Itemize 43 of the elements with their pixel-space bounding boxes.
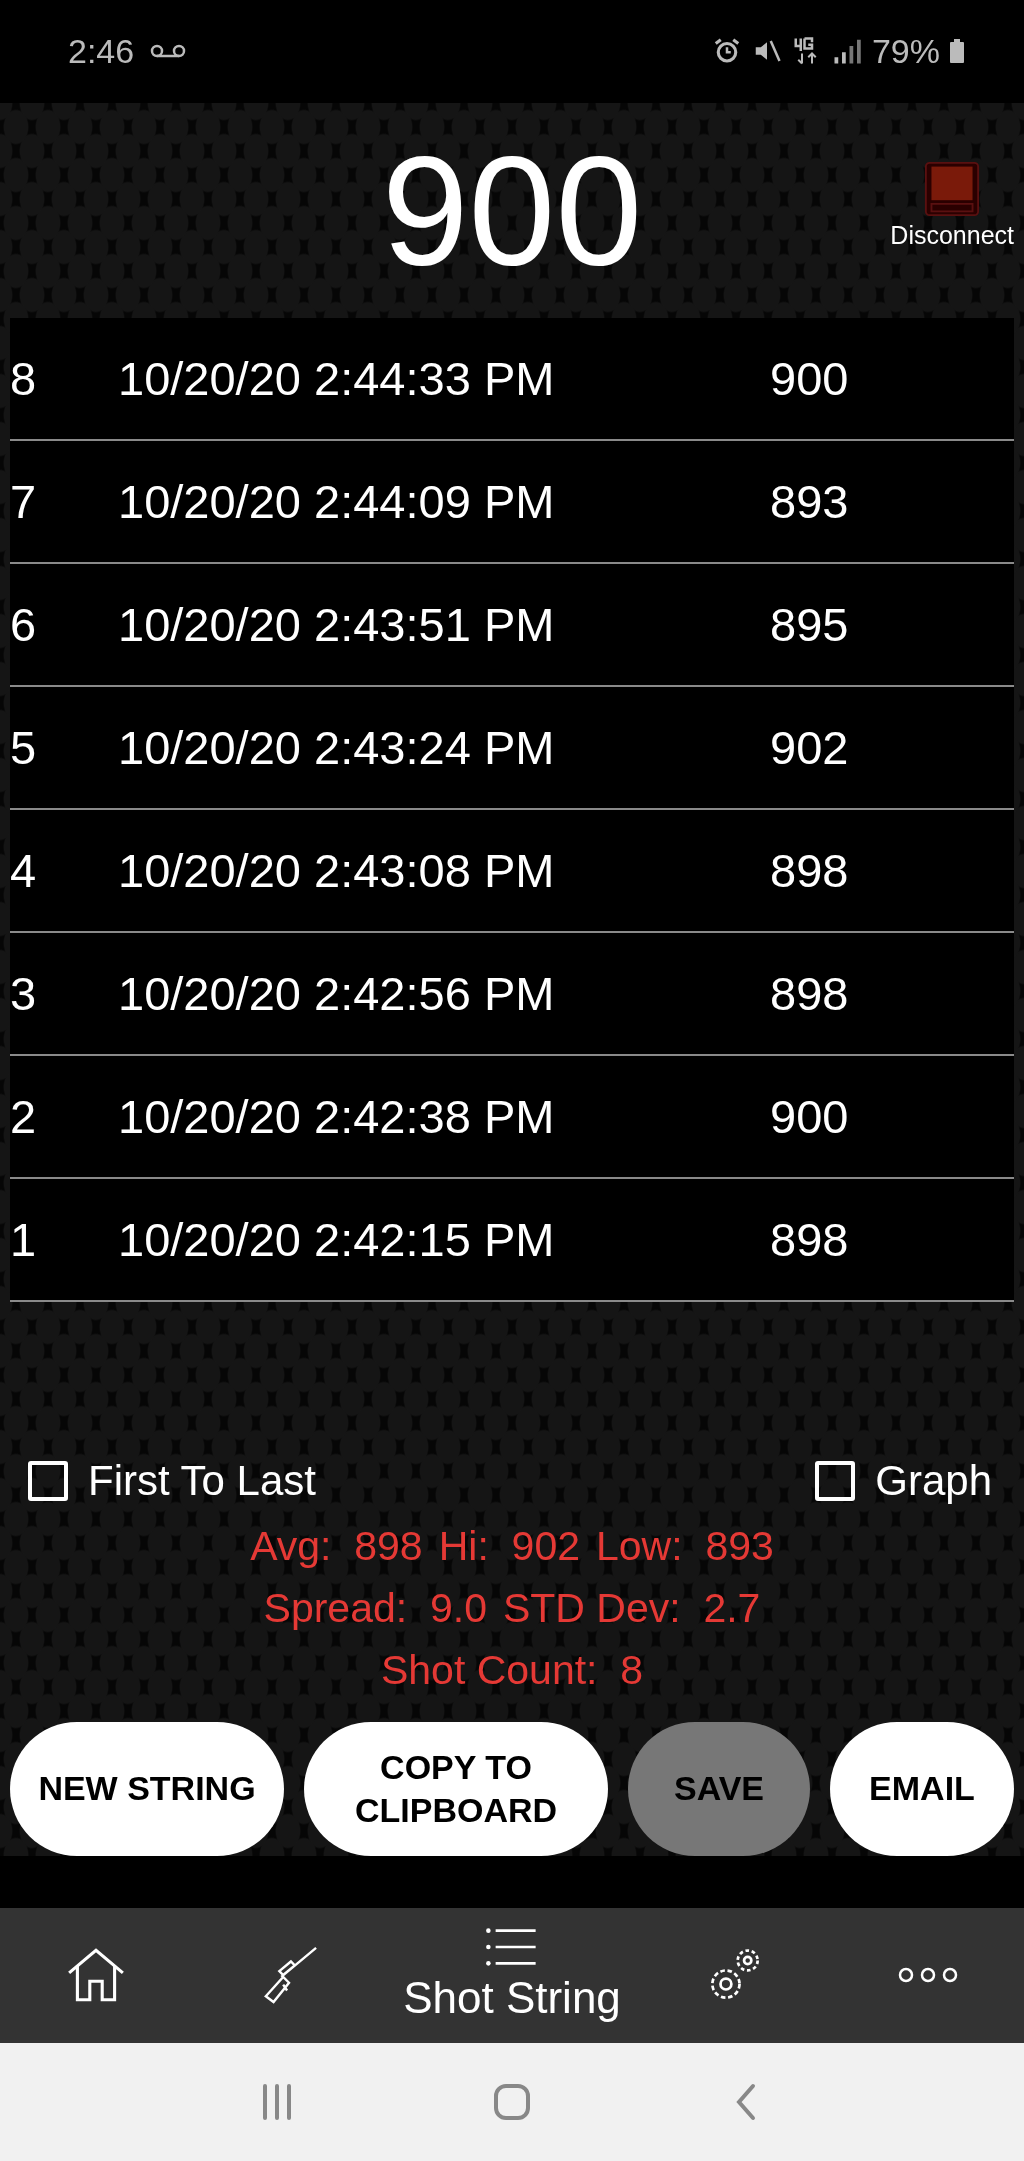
action-button[interactable]: COPY TO CLIPBOARD <box>304 1721 608 1856</box>
status-time: 2:46 <box>68 31 135 71</box>
shot-number: 3 <box>10 965 38 1021</box>
shot-velocity: 902 <box>770 719 849 775</box>
shot-velocity: 893 <box>770 473 849 529</box>
battery-icon <box>950 39 964 64</box>
shot-time: 10/20/20 2:43:24 PM <box>118 719 556 775</box>
nav-tab[interactable]: Shot String <box>392 1927 632 2024</box>
shot-time: 10/20/20 2:42:15 PM <box>118 1211 556 1267</box>
stat-text: Avg: 898 <box>250 1523 423 1571</box>
battery-percent: 79% <box>871 31 940 71</box>
shot-number: 2 <box>10 1088 38 1144</box>
stat-text: STD Dev: 2.7 <box>502 1585 761 1633</box>
shot-velocity: 900 <box>770 350 849 406</box>
shot-number: 8 <box>10 350 38 406</box>
shot-time: 10/20/20 2:43:51 PM <box>118 596 556 652</box>
stat-text: Spread: 9.0 <box>263 1585 487 1633</box>
shot-time: 10/20/20 2:42:56 PM <box>118 965 556 1021</box>
stat-text: Low: 893 <box>596 1523 774 1571</box>
shot-number: 1 <box>10 1211 38 1267</box>
shot-time: 10/20/20 2:42:38 PM <box>118 1088 556 1144</box>
shot-velocity: 895 <box>770 596 849 652</box>
shot-time: 10/20/20 2:44:09 PM <box>118 473 556 529</box>
shot-number: 4 <box>10 842 38 898</box>
shot-velocity: 900 <box>770 1088 849 1144</box>
option-checkbox[interactable]: Graph <box>815 1456 992 1505</box>
shot-number: 6 <box>10 596 38 652</box>
shot-time: 10/20/20 2:44:33 PM <box>118 350 556 406</box>
option-checkbox[interactable]: First To Last <box>28 1456 316 1505</box>
action-button[interactable]: NEW STRING <box>10 1721 284 1856</box>
stat-text: Hi: 902 <box>438 1523 580 1571</box>
stat-text: Shot Count: 8 <box>380 1647 644 1695</box>
current-velocity: 900 <box>381 132 643 289</box>
shot-velocity: 898 <box>770 1211 849 1267</box>
home-button-icon[interactable] <box>492 2081 532 2122</box>
shot-number: 7 <box>10 473 38 529</box>
shot-velocity: 898 <box>770 842 849 898</box>
disconnect-button[interactable]: Disconnect <box>890 160 1014 250</box>
voicemail-icon <box>150 44 187 59</box>
shot-time: 10/20/20 2:43:08 PM <box>118 842 556 898</box>
shot-number: 5 <box>10 719 38 775</box>
action-button[interactable]: EMAIL <box>830 1721 1014 1856</box>
shot-velocity: 898 <box>770 965 849 1021</box>
